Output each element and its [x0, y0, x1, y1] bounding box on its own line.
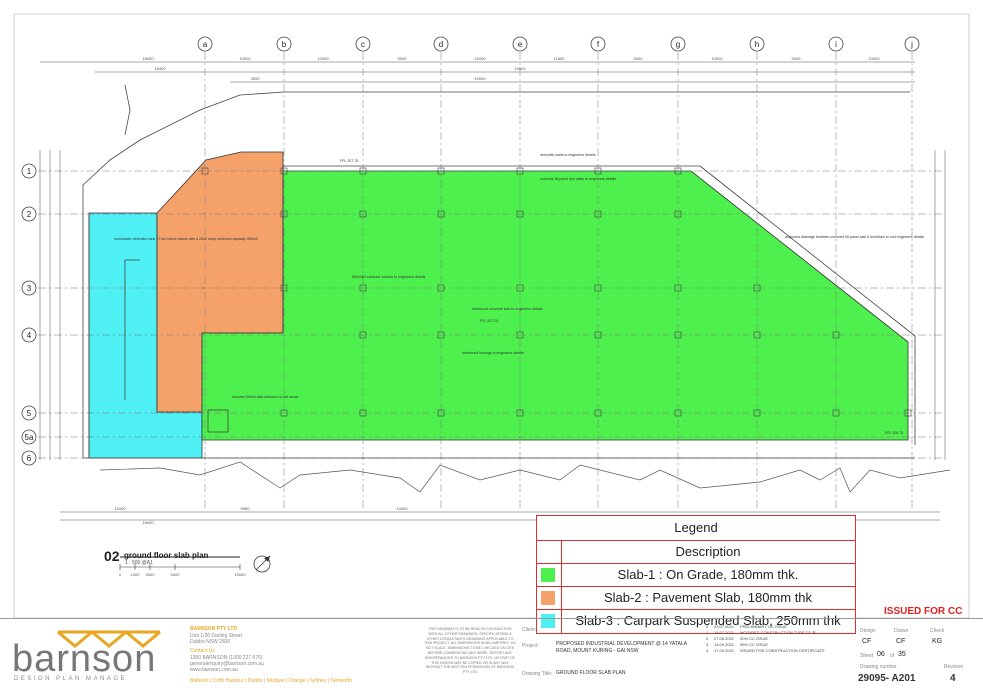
disclaimer: THIS DRAWING IS TO BE READ IN CONJUNCTIO… — [424, 627, 516, 675]
revision-label: Revision — [944, 664, 964, 670]
grid-row-label: 3 — [27, 284, 32, 293]
client-label: Client: — [522, 627, 537, 633]
sheet-total: 35 — [898, 651, 906, 658]
legend-header: Description — [675, 544, 741, 559]
check-initials: KG — [932, 638, 943, 645]
plan-note: proposed drainage between concrete tilt … — [785, 235, 924, 239]
plan-scale: 1 : 500 @A1 — [125, 560, 153, 566]
design-initials: CF — [862, 638, 872, 645]
plan-note: reinforced footings to engineers details — [462, 351, 524, 355]
dim-text: 10000 — [868, 56, 880, 61]
legend: Legend Description Slab-1 : On Grade, 18… — [536, 515, 856, 634]
grid-col-label: i — [835, 40, 837, 49]
drawing-number-label: Drawing number — [860, 664, 897, 670]
company-name: BARNSON PTY LTD — [190, 626, 238, 632]
slab-1-swatch — [541, 568, 555, 582]
dim-text: 10000 — [711, 56, 723, 61]
dim-text: 9960 — [241, 506, 251, 511]
slab-2-swatch — [541, 591, 555, 605]
drawing-title: GROUND FLOOR SLAB PLAN — [556, 670, 626, 676]
drawn-initials: CF — [896, 638, 906, 645]
dim-text: 5000 — [634, 56, 644, 61]
dim-text: 10000 — [514, 66, 526, 71]
scale-tick: 5000 — [171, 572, 181, 577]
status-stamp: ISSUED FOR CC — [884, 606, 963, 617]
revision-table: 0 23.07.2021 PRELIMINARY CC ISSUE 1 18.07.2… — [706, 624, 856, 654]
rl-tag: FFL 207.75 — [480, 319, 498, 323]
dim-text: 10000 — [239, 56, 251, 61]
plan-note: demolish walls to engineers details — [540, 153, 596, 157]
legend-item-label: Slab-2 : Pavement Slab, 180mm thk — [603, 590, 813, 605]
dim-text: 12000 — [317, 56, 329, 61]
check-label: Check — [930, 628, 945, 634]
grid-col-label: c — [361, 40, 365, 49]
grid-col-label: h — [755, 40, 759, 49]
grid-row-label: 5a — [25, 433, 34, 442]
legend-title: Legend — [674, 520, 718, 535]
rl-tag: FFL 207.75 — [340, 159, 358, 163]
grid-row-label: 4 — [27, 331, 32, 340]
project-line: ROAD, MOUNT KURING - GAI NSW — [556, 648, 639, 654]
grid-col-label: g — [676, 40, 680, 49]
drawing-title-label: Drawing Title: — [522, 671, 553, 677]
drawing-number: 29095- A201 — [858, 673, 916, 684]
revision-row: 4 17.09.2021 ISSUED FOR CONSTRUCTION CERTI… — [706, 648, 825, 653]
dim-text: 9000 — [398, 56, 408, 61]
dim-text: 3500 — [251, 76, 261, 81]
grid-col-label: d — [439, 40, 443, 49]
grid-col-label: b — [282, 40, 287, 49]
design-label: Design — [860, 628, 876, 634]
grid-row-label: 6 — [27, 454, 32, 463]
of-label: of — [890, 653, 895, 659]
scale-tick: 1000 — [131, 572, 141, 577]
contact-heading: Contact Us — [190, 648, 215, 654]
dim-text: 11800 — [554, 56, 566, 61]
dim-text: 10000 — [396, 506, 408, 511]
scale-tick: 3000 — [146, 572, 156, 577]
plan-note: concrete tilt panel dec walls to enginee… — [540, 177, 616, 181]
rl-tag: FFL 206.75 — [885, 431, 903, 435]
company-tagline: DESIGN PLAN MANAGE — [14, 676, 128, 682]
plan-number: 02 — [104, 548, 120, 564]
grid-col-label: j — [910, 40, 913, 49]
project-line: PROPOSED INDUSTRIAL DEVELOPMENT @ 14 YAT… — [556, 641, 688, 647]
dim-text: 10000 — [474, 76, 486, 81]
grid-row-label: 2 — [27, 210, 32, 219]
project-label: Project: — [522, 643, 539, 649]
dim-text: 5000 — [792, 56, 802, 61]
slab-3-swatch — [541, 614, 555, 628]
web-text: www.barnson.com.au — [190, 667, 238, 673]
plan-note: 890x380 concrete column to engineers det… — [352, 275, 426, 279]
grid-col-label: e — [518, 40, 523, 49]
plan-note: reinforced concrete slab to engineers de… — [472, 307, 543, 311]
plan-note: stormwater detention tank 17,5m below da… — [114, 237, 258, 241]
dim-text: 18400 — [142, 56, 154, 61]
dim-text: 10000 — [474, 56, 486, 61]
dim-text: 18400 — [142, 520, 154, 525]
sheet-number: 06 — [877, 651, 885, 658]
dim-text: 18400 — [154, 66, 166, 71]
company-logo: barnson — [12, 638, 157, 680]
grid-col-label: a — [203, 40, 208, 49]
address-line: Dubbo NSW 2830 — [190, 639, 231, 645]
dim-text: 10000 — [114, 506, 126, 511]
scale-tick: 10000 — [234, 572, 246, 577]
grid-row-label: 1 — [27, 167, 32, 176]
revision-number: 4 — [950, 673, 956, 684]
plan-title: ground floor slab plan — [124, 551, 209, 560]
drawing-sheet: a b c d e f g h i j 1 2 3 4 5 5a 6 18400… — [0, 0, 983, 688]
drawn-label: Drawn — [894, 628, 909, 634]
legend-item-label: Slab-1 : On Grade, 180mm thk. — [617, 567, 799, 582]
office-list: Bathurst | Coffs Harbour | Dubbo | Mudge… — [190, 678, 352, 684]
plan-note: denotes 50mm slab setdown to wet areas — [232, 395, 299, 399]
grid-row-label: 5 — [27, 409, 32, 418]
slab-1-area — [201, 170, 909, 441]
scale-tick: 0 — [119, 572, 122, 577]
sheet-label: Sheet — [860, 653, 874, 659]
